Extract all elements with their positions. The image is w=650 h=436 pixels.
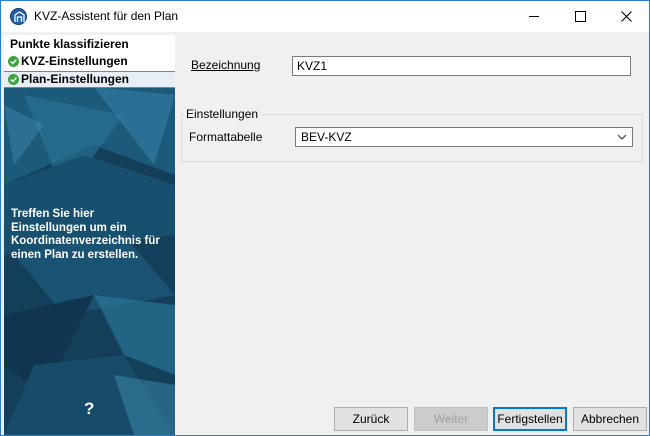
step-plan-einstellungen[interactable]: Plan-Einstellungen (4, 71, 175, 88)
bezeichnung-label: Bezeichnung (191, 58, 260, 72)
wizard-content: Bezeichnung KVZ1 Einstellungen Formattab… (178, 37, 647, 399)
window-title: KVZ-Assistent für den Plan (34, 9, 179, 23)
help-text: Treffen Sie hier Einstellungen um ein Ko… (11, 208, 160, 261)
wizard-window: KVZ-Assistent für den Plan Punkte klassi… (0, 0, 650, 436)
step-label: Punkte klassifizieren (10, 37, 129, 51)
step-list: Punkte klassifizieren KVZ-Einstellungen … (4, 35, 175, 88)
wizard-sidebar: Punkte klassifizieren KVZ-Einstellungen … (4, 35, 175, 435)
formattabelle-select[interactable]: BEV-KVZ (295, 127, 633, 147)
close-icon (621, 11, 632, 22)
step-label: Plan-Einstellungen (21, 72, 130, 86)
chevron-down-icon (617, 134, 627, 140)
formattabelle-value: BEV-KVZ (301, 130, 352, 144)
bezeichnung-label-text: Bezeichnung (191, 58, 261, 72)
formattabelle-label: Formattabelle (189, 130, 263, 144)
cancel-button[interactable]: Abbrechen (573, 407, 647, 431)
back-button[interactable]: Zurück (334, 407, 408, 431)
title-bar[interactable]: KVZ-Assistent für den Plan (1, 1, 649, 32)
maximize-icon (575, 11, 586, 22)
step-label: KVZ-Einstellungen (21, 54, 128, 68)
finish-button[interactable]: Fertigstellen (493, 407, 567, 431)
bezeichnung-input[interactable]: KVZ1 (292, 56, 631, 76)
step-kvz-einstellungen[interactable]: KVZ-Einstellungen (4, 54, 175, 70)
check-icon (8, 56, 19, 67)
next-button[interactable]: Weiter (414, 407, 488, 431)
step-punkte-klassifizieren[interactable]: Punkte klassifizieren (4, 37, 175, 53)
help-icon[interactable]: ? (84, 399, 94, 419)
close-button[interactable] (603, 1, 649, 32)
app-icon (10, 8, 27, 25)
minimize-icon (529, 16, 539, 17)
minimize-button[interactable] (511, 1, 557, 32)
check-icon (8, 74, 19, 85)
maximize-button[interactable] (557, 1, 603, 32)
einstellungen-group-title: Einstellungen (184, 107, 261, 121)
